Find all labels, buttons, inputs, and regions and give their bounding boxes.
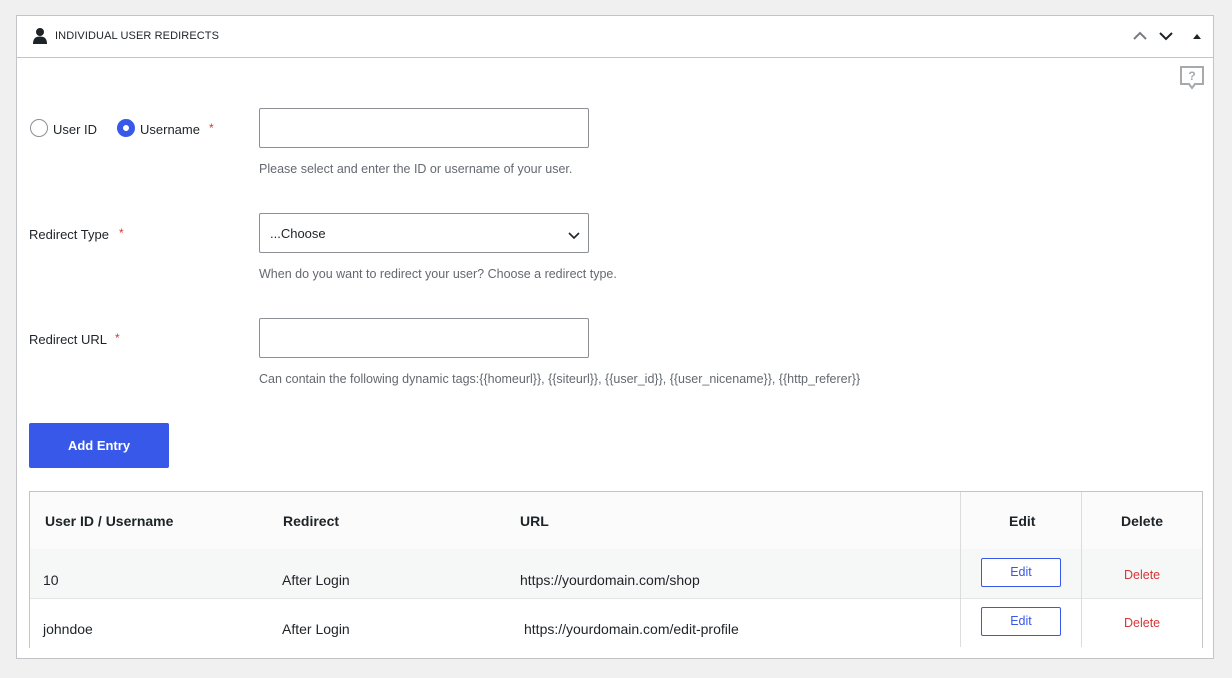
- chevron-down-icon[interactable]: [1156, 26, 1176, 46]
- add-entry-button[interactable]: Add Entry: [29, 423, 169, 468]
- radio-username-label: Username: [140, 122, 200, 137]
- column-divider: [960, 492, 961, 647]
- redirect-url-input[interactable]: [259, 318, 589, 358]
- user-id-input[interactable]: [259, 108, 589, 148]
- table-row: johndoe After Login https://yourdomain.c…: [30, 599, 1202, 648]
- column-header-url: URL: [520, 513, 549, 529]
- svg-text:?: ?: [1188, 69, 1195, 83]
- required-marker: *: [115, 331, 120, 345]
- column-header-redirect: Redirect: [283, 513, 340, 529]
- column-header-delete: Delete: [1121, 513, 1164, 529]
- redirects-table: User ID / Username Redirect URL Edit Del…: [29, 491, 1203, 648]
- panel-header: INDIVIDUAL USER REDIRECTS: [17, 16, 1213, 58]
- cell-url: https://yourdomain.com/shop: [520, 572, 700, 588]
- edit-button[interactable]: Edit: [981, 607, 1061, 636]
- required-marker: *: [209, 121, 214, 135]
- chevron-down-icon: [568, 228, 580, 246]
- cell-url: https://yourdomain.com/edit-profile: [524, 621, 739, 637]
- cell-user: johndoe: [43, 621, 93, 637]
- radio-user-id[interactable]: [30, 119, 48, 137]
- redirect-url-label: Redirect URL: [29, 332, 108, 347]
- redirect-type-selected-value: ...Choose: [270, 226, 326, 241]
- user-icon: [32, 27, 48, 45]
- individual-user-redirects-panel: INDIVIDUAL USER REDIRECTS ? User ID User…: [16, 15, 1214, 659]
- radio-user-id-label: User ID: [53, 122, 98, 137]
- table-header: User ID / Username Redirect URL Edit Del…: [30, 492, 1202, 550]
- redirect-type-help-text: When do you want to redirect your user? …: [259, 267, 617, 281]
- collapse-triangle-icon[interactable]: [1187, 26, 1207, 46]
- chevron-up-icon[interactable]: [1130, 26, 1150, 46]
- redirect-type-select[interactable]: ...Choose: [259, 213, 589, 253]
- delete-link[interactable]: Delete: [1124, 616, 1160, 630]
- edit-button[interactable]: Edit: [981, 558, 1061, 587]
- radio-username[interactable]: [117, 119, 135, 137]
- cell-redirect: After Login: [282, 572, 350, 588]
- delete-link[interactable]: Delete: [1124, 568, 1160, 582]
- redirect-type-label: Redirect Type: [29, 227, 109, 242]
- required-marker: *: [119, 226, 124, 240]
- user-help-text: Please select and enter the ID or userna…: [259, 162, 573, 176]
- cell-user: 10: [43, 572, 59, 588]
- column-header-user: User ID / Username: [45, 513, 174, 529]
- column-divider: [1081, 492, 1082, 647]
- column-header-edit: Edit: [1009, 513, 1036, 529]
- redirect-url-help-text: Can contain the following dynamic tags:{…: [259, 372, 861, 386]
- panel-title: INDIVIDUAL USER REDIRECTS: [55, 30, 220, 42]
- table-row: 10 After Login https://yourdomain.com/sh…: [30, 549, 1202, 599]
- help-icon[interactable]: ?: [1179, 65, 1205, 91]
- cell-redirect: After Login: [282, 621, 350, 637]
